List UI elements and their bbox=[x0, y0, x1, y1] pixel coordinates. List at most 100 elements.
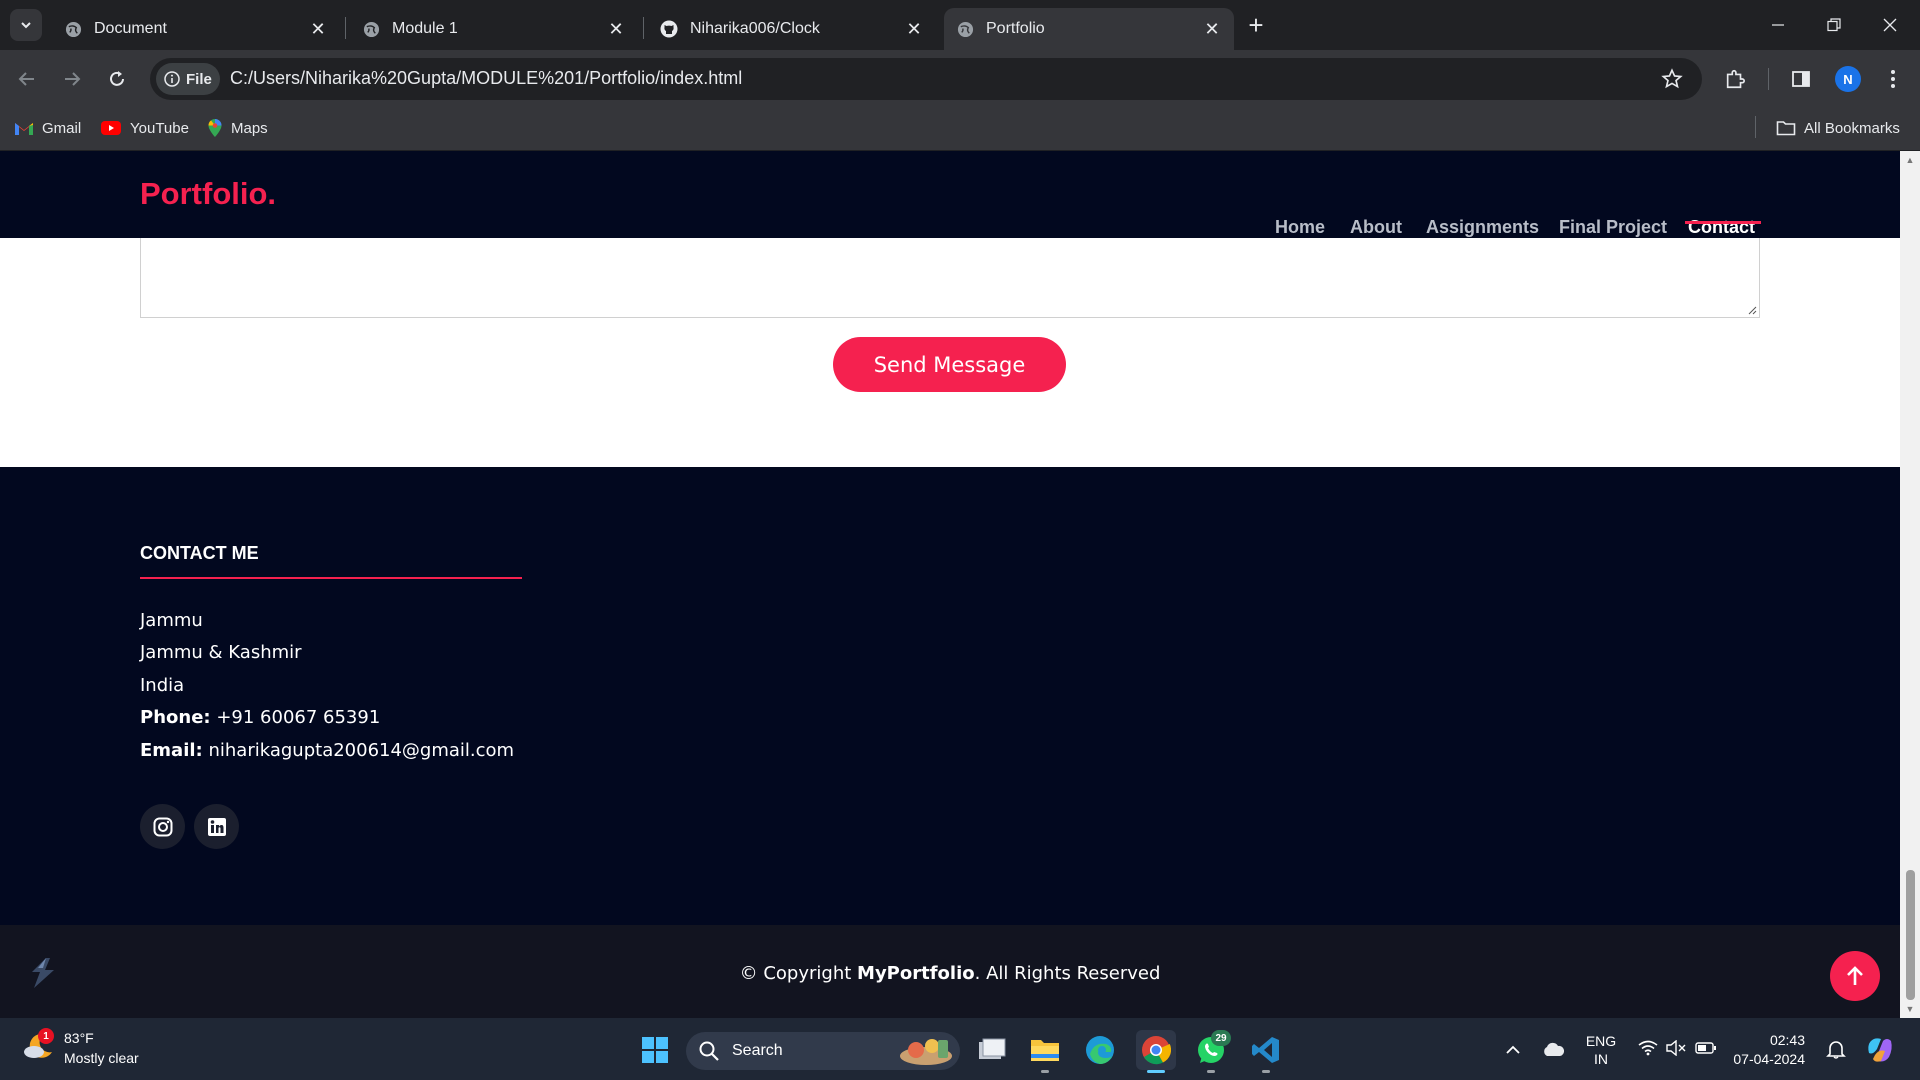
email-address[interactable]: niharikagupta200614@gmail.com bbox=[208, 740, 514, 761]
site-header: Portfolio. Home About Assignments Final … bbox=[0, 151, 1900, 238]
bookmark-star-button[interactable] bbox=[1657, 64, 1687, 94]
back-button[interactable] bbox=[10, 62, 44, 96]
puzzle-icon bbox=[1726, 69, 1745, 89]
back-to-top-button[interactable] bbox=[1830, 951, 1880, 1001]
scrollbar-thumb[interactable] bbox=[1906, 870, 1915, 1000]
minimize-button[interactable] bbox=[1750, 0, 1806, 50]
show-hidden-icons-button[interactable] bbox=[1493, 1030, 1533, 1070]
new-tab-button[interactable]: + bbox=[1240, 10, 1272, 40]
chrome-button[interactable] bbox=[1136, 1030, 1176, 1070]
instagram-link[interactable] bbox=[140, 804, 185, 849]
copilot-button[interactable] bbox=[1860, 1030, 1900, 1070]
copyright-brand: MyPortfolio bbox=[857, 963, 975, 984]
bookmarks-divider bbox=[1755, 116, 1756, 138]
minimize-icon bbox=[1772, 24, 1784, 26]
tab-github-clock[interactable]: Niharika006/Clock ✕ bbox=[648, 8, 936, 50]
vscode-button[interactable] bbox=[1246, 1030, 1286, 1070]
message-textarea[interactable] bbox=[140, 238, 1760, 318]
all-bookmarks-button[interactable]: All Bookmarks bbox=[1776, 116, 1900, 140]
vscode-icon bbox=[1252, 1037, 1279, 1063]
tab-title: Document bbox=[94, 20, 167, 37]
linkedin-link[interactable] bbox=[194, 804, 239, 849]
phone-line: Phone: +91 60067 65391 bbox=[140, 707, 380, 728]
nav-about[interactable]: About bbox=[1350, 217, 1402, 238]
bookmark-youtube[interactable]: YouTube bbox=[100, 116, 189, 140]
site-info-chip[interactable]: File bbox=[156, 63, 220, 95]
app-running-indicator bbox=[1041, 1070, 1049, 1073]
address-city: Jammu bbox=[140, 610, 203, 631]
resize-handle-icon[interactable] bbox=[1747, 305, 1757, 315]
copyright-text: © Copyright MyPortfolio. All Rights Rese… bbox=[0, 963, 1900, 984]
address-country: India bbox=[140, 675, 185, 696]
copyright-prefix: © Copyright bbox=[739, 963, 852, 984]
bookmark-maps[interactable]: Maps bbox=[207, 116, 268, 140]
app-running-indicator bbox=[1262, 1070, 1270, 1073]
youtube-icon bbox=[101, 121, 121, 135]
github-icon bbox=[660, 20, 678, 38]
input-language[interactable]: ENG bbox=[1580, 1033, 1622, 1049]
send-message-button[interactable]: Send Message bbox=[833, 337, 1066, 392]
side-panel-button[interactable] bbox=[1786, 64, 1816, 94]
tab-portfolio[interactable]: Portfolio ✕ bbox=[944, 8, 1234, 50]
bookmark-gmail[interactable]: Gmail bbox=[14, 116, 81, 140]
toolbar-divider bbox=[1768, 68, 1769, 90]
task-view-button[interactable] bbox=[972, 1030, 1012, 1070]
tab-document[interactable]: Document ✕ bbox=[52, 8, 340, 50]
search-placeholder: Search bbox=[732, 1042, 783, 1059]
side-panel-icon bbox=[1792, 71, 1810, 87]
weather-temperature: 83°F bbox=[64, 1030, 94, 1046]
wifi-icon[interactable] bbox=[1638, 1040, 1658, 1056]
windows-logo-icon bbox=[642, 1037, 668, 1063]
notifications-icon[interactable] bbox=[1826, 1039, 1846, 1059]
tab-search-button[interactable] bbox=[10, 9, 42, 41]
tab-title: Niharika006/Clock bbox=[690, 20, 820, 37]
browser-tab-strip: Document ✕ Module 1 ✕ Niharika006/Clock … bbox=[0, 0, 1920, 50]
speaker-muted-icon[interactable] bbox=[1666, 1040, 1686, 1056]
nav-home[interactable]: Home bbox=[1275, 217, 1325, 238]
tab-module-1[interactable]: Module 1 ✕ bbox=[350, 8, 638, 50]
nav-final-project[interactable]: Final Project bbox=[1559, 217, 1667, 238]
profile-avatar[interactable]: N bbox=[1835, 66, 1861, 92]
weather-widget[interactable]: 1 bbox=[22, 1028, 56, 1064]
notification-badge: 29 bbox=[1211, 1030, 1231, 1046]
clock-time[interactable]: 02:43 bbox=[1735, 1032, 1805, 1048]
info-icon bbox=[164, 71, 180, 87]
browser-menu-button[interactable] bbox=[1878, 64, 1908, 94]
nav-assignments[interactable]: Assignments bbox=[1426, 217, 1539, 238]
arrow-up-icon bbox=[1847, 966, 1863, 985]
file-explorer-button[interactable] bbox=[1025, 1030, 1065, 1070]
close-tab-icon[interactable]: ✕ bbox=[308, 19, 328, 39]
start-button[interactable] bbox=[635, 1030, 675, 1070]
scheme-label: File bbox=[186, 70, 212, 88]
forward-button[interactable] bbox=[55, 62, 89, 96]
close-tab-icon[interactable]: ✕ bbox=[606, 19, 626, 39]
extensions-button[interactable] bbox=[1720, 64, 1750, 94]
tab-divider bbox=[643, 17, 644, 39]
battery-icon[interactable] bbox=[1695, 1042, 1717, 1054]
whatsapp-button[interactable]: 29 bbox=[1191, 1030, 1231, 1070]
onedrive-button[interactable] bbox=[1533, 1030, 1573, 1070]
restore-button[interactable] bbox=[1806, 0, 1862, 50]
globe-icon bbox=[64, 20, 82, 38]
scroll-up-icon[interactable]: ▲ bbox=[1904, 155, 1916, 165]
phone-label: Phone: bbox=[140, 707, 211, 728]
reload-icon bbox=[110, 71, 124, 86]
gmail-icon bbox=[15, 123, 33, 135]
tab-divider bbox=[345, 17, 346, 39]
edge-icon bbox=[1086, 1036, 1114, 1064]
arrow-right-icon bbox=[65, 72, 81, 86]
chevron-up-icon bbox=[1506, 1045, 1520, 1054]
reload-button[interactable] bbox=[100, 62, 134, 96]
bookmark-label: Gmail bbox=[42, 119, 82, 137]
tab-title: Portfolio bbox=[986, 20, 1045, 37]
scroll-down-icon[interactable]: ▼ bbox=[1904, 1004, 1916, 1014]
weather-badge: 1 bbox=[38, 1028, 54, 1044]
edge-button[interactable] bbox=[1080, 1030, 1120, 1070]
close-tab-icon[interactable]: ✕ bbox=[904, 19, 924, 39]
site-logo[interactable]: Portfolio. bbox=[140, 176, 276, 212]
close-window-button[interactable] bbox=[1862, 0, 1918, 50]
bookmark-label: YouTube bbox=[130, 119, 189, 137]
close-tab-icon[interactable]: ✕ bbox=[1202, 19, 1222, 39]
maps-icon bbox=[208, 119, 222, 137]
url-text[interactable]: C:/Users/Niharika%20Gupta/MODULE%201/Por… bbox=[230, 68, 742, 89]
